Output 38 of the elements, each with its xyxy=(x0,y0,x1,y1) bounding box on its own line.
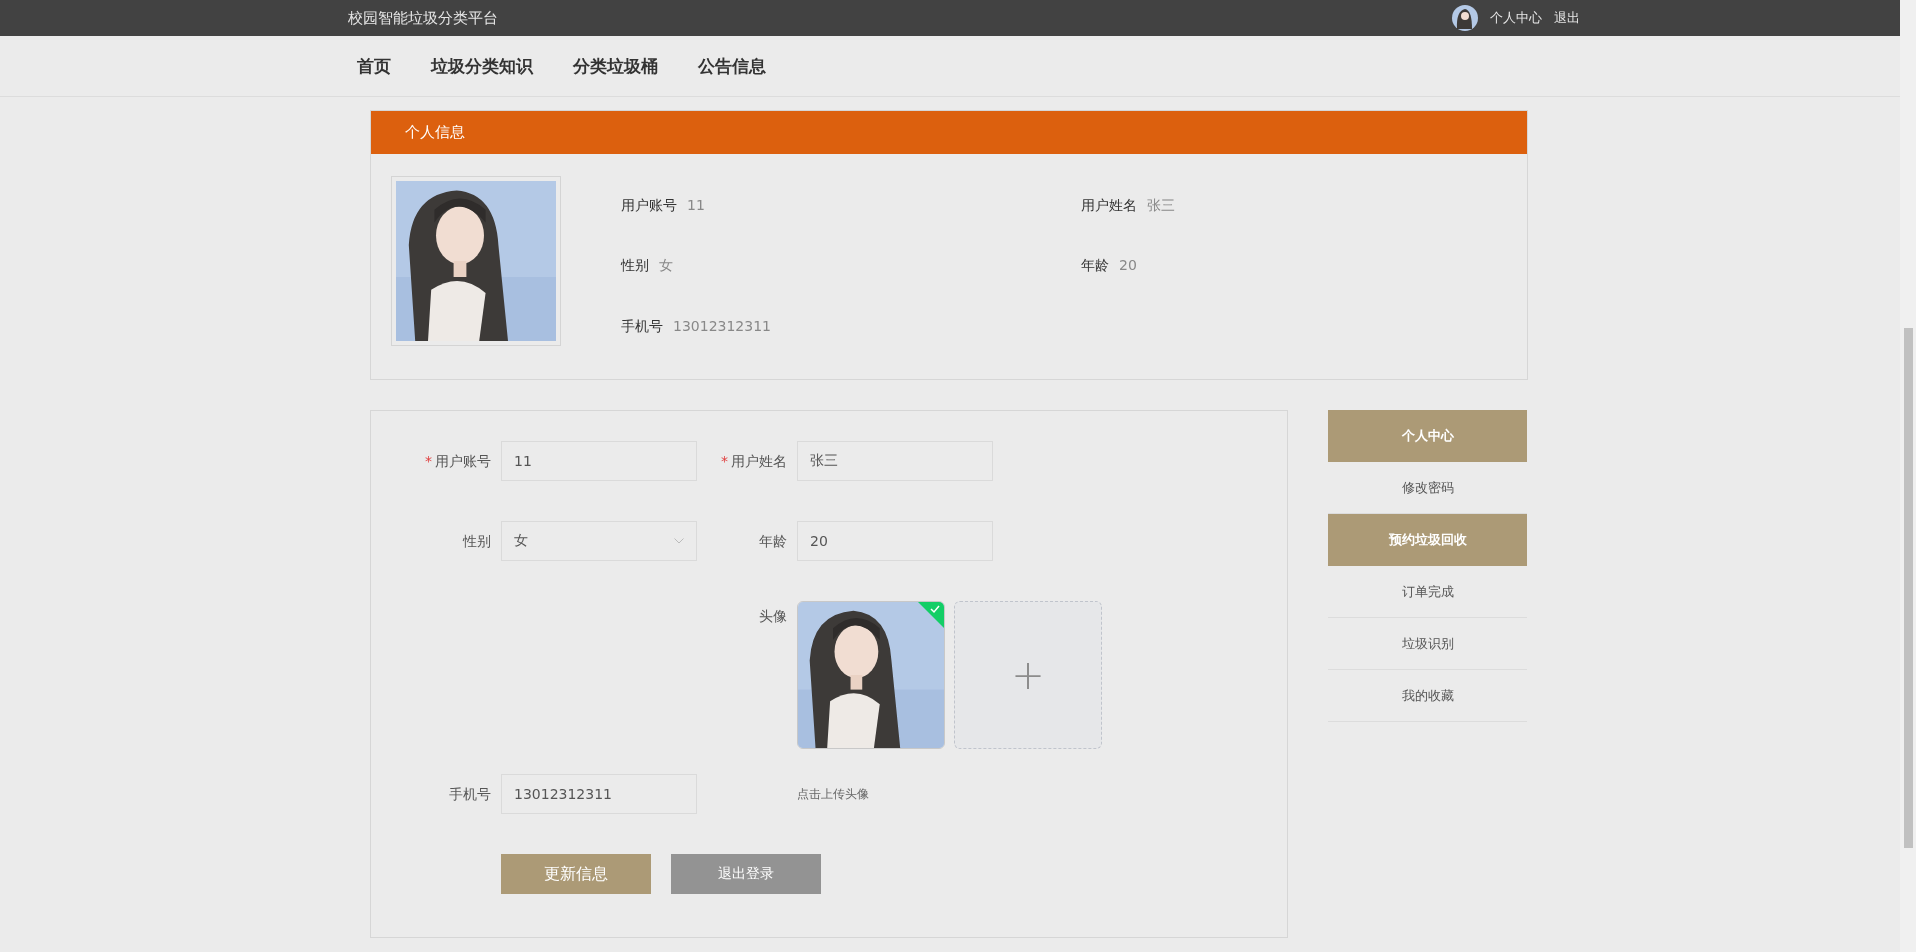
field-label: 头像 xyxy=(758,607,788,626)
info-label: 用户账号 xyxy=(621,197,677,215)
input-field[interactable]: 11 xyxy=(501,441,697,481)
nav-link[interactable]: 首页 xyxy=(357,54,391,78)
nav-link[interactable]: 公告信息 xyxy=(698,54,766,78)
info-label: 用户姓名 xyxy=(1081,197,1137,215)
chevron-down-icon xyxy=(674,538,684,544)
nav-link[interactable]: 分类垃圾桶 xyxy=(573,54,658,78)
field-label: * 用户账号 xyxy=(424,452,492,471)
info-label: 性别 xyxy=(621,257,649,276)
field-label: 年龄 xyxy=(758,532,788,551)
required-mark: * xyxy=(425,453,432,469)
info-label: 手机号 xyxy=(621,317,663,336)
info-label: 年龄 xyxy=(1081,257,1109,276)
card-title: 个人信息 xyxy=(371,111,1527,154)
upload-hint: 点击上传头像 xyxy=(797,786,869,803)
field-label: 手机号 xyxy=(448,785,492,804)
field-label: * 用户姓名 xyxy=(720,452,788,471)
side-menu-item[interactable]: 订单完成 xyxy=(1328,566,1527,618)
info-value: 20 xyxy=(1119,257,1137,276)
info-value: 11 xyxy=(687,197,705,215)
input-field[interactable]: 13012312311 xyxy=(501,774,697,814)
info-value: 女 xyxy=(659,257,673,276)
top-link[interactable]: 个人中心 xyxy=(1490,9,1542,27)
select-field[interactable]: 女 xyxy=(501,521,697,561)
input-field[interactable]: 20 xyxy=(797,521,993,561)
avatar-icon[interactable] xyxy=(1452,5,1478,31)
site-title: 校园智能垃圾分类平台 xyxy=(348,8,498,28)
field-label: 性别 xyxy=(461,532,492,551)
required-mark: * xyxy=(721,453,728,469)
info-value: 张三 xyxy=(1147,197,1175,215)
nav-link[interactable]: 垃圾分类知识 xyxy=(431,54,533,78)
top-link[interactable]: 退出 xyxy=(1554,9,1580,27)
scrollbar[interactable] xyxy=(1900,0,1916,952)
info-value: 13012312311 xyxy=(673,317,771,336)
input-field[interactable]: 张三 xyxy=(797,441,993,481)
side-menu-item[interactable]: 我的收藏 xyxy=(1328,670,1527,722)
side-menu-item[interactable]: 垃圾识别 xyxy=(1328,618,1527,670)
